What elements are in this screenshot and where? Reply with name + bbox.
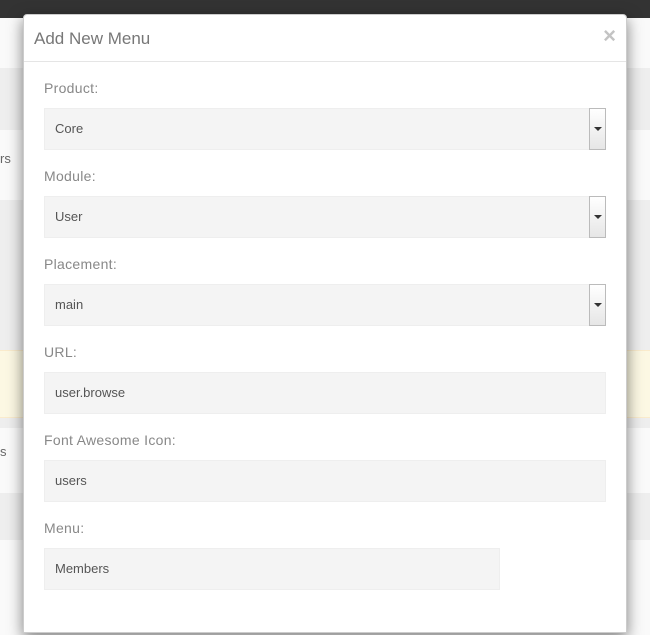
placement-select[interactable]: main [44, 284, 606, 326]
url-input[interactable] [44, 372, 606, 414]
dropdown-button[interactable] [589, 108, 606, 150]
product-value: Core [44, 108, 589, 150]
icon-label: Font Awesome Icon: [44, 432, 606, 448]
icon-input[interactable] [44, 460, 606, 502]
modal-title: Add New Menu [34, 27, 616, 51]
menu-label: Menu: [44, 520, 606, 536]
dropdown-button[interactable] [589, 196, 606, 238]
chevron-down-icon [594, 215, 602, 219]
menu-group: Menu: [44, 520, 606, 590]
modal-body: Product: Core Module: User Placement: ma… [24, 62, 626, 590]
product-label: Product: [44, 80, 606, 96]
url-group: URL: [44, 344, 606, 414]
product-select[interactable]: Core [44, 108, 606, 150]
icon-group: Font Awesome Icon: [44, 432, 606, 502]
placement-label: Placement: [44, 256, 606, 272]
add-new-menu-modal: Add New Menu × Product: Core Module: Use… [23, 14, 627, 633]
module-label: Module: [44, 168, 606, 184]
close-button[interactable]: × [603, 25, 616, 47]
menu-input[interactable] [44, 548, 500, 590]
chevron-down-icon [594, 127, 602, 131]
module-select[interactable]: User [44, 196, 606, 238]
bg-fragment: rs [0, 151, 11, 166]
modal-header: Add New Menu × [24, 15, 626, 62]
module-value: User [44, 196, 589, 238]
bg-fragment: s [0, 444, 7, 459]
product-group: Product: Core [44, 80, 606, 150]
module-group: Module: User [44, 168, 606, 238]
url-label: URL: [44, 344, 606, 360]
placement-group: Placement: main [44, 256, 606, 326]
chevron-down-icon [594, 303, 602, 307]
dropdown-button[interactable] [589, 284, 606, 326]
placement-value: main [44, 284, 589, 326]
